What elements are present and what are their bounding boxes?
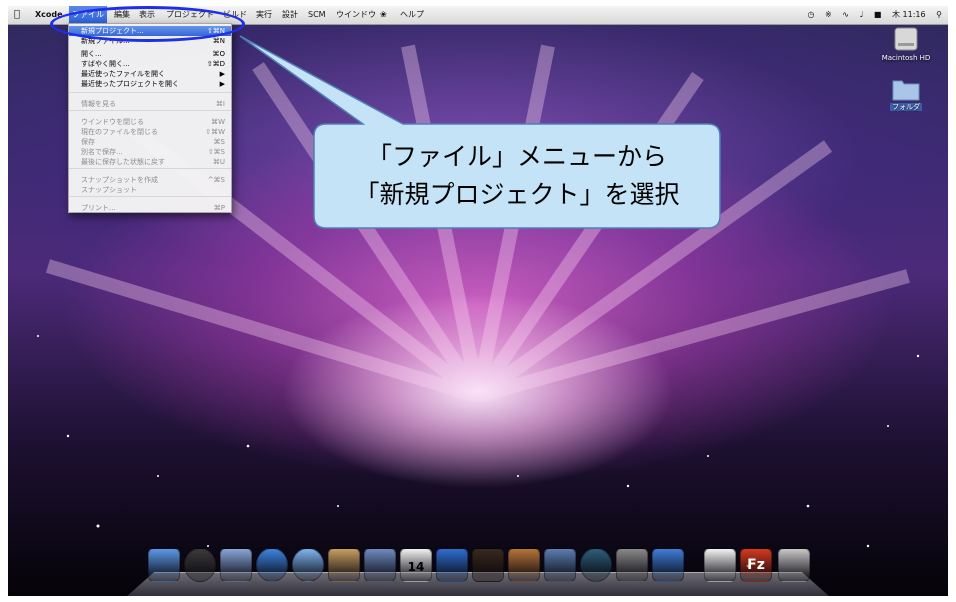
folder-label: フォルダ [890, 103, 922, 111]
desktop:  Xcode ファイル 編集 表示 プロジェクト ビルド 実行 設計 SCM … [8, 6, 948, 596]
ical-icon[interactable]: 14 [400, 548, 432, 582]
mail-icon[interactable] [220, 548, 252, 582]
callout-line-2: 「新規プロジェクト」を選択 [354, 180, 680, 209]
itunes-icon[interactable] [436, 548, 468, 582]
garageband-icon[interactable] [508, 548, 540, 582]
iphoto-icon[interactable] [364, 548, 396, 582]
time-machine-icon[interactable] [580, 548, 612, 582]
macintosh-hd-label: Macintosh HD [881, 54, 931, 62]
macintosh-hd[interactable]: Macintosh HD [871, 24, 941, 62]
hard-drive-icon [894, 27, 918, 51]
document-icon[interactable] [704, 548, 736, 582]
ichat-icon[interactable] [292, 548, 324, 582]
system-preferences-icon[interactable] [616, 548, 648, 582]
address-book-icon[interactable] [328, 548, 360, 582]
trash-icon[interactable] [778, 548, 810, 582]
callout-balloon [239, 35, 721, 229]
imovie-icon[interactable] [472, 548, 504, 582]
callout-line-1: 「ファイル」メニューから [366, 142, 667, 171]
folder-icon [892, 80, 920, 101]
dashboard-icon[interactable] [184, 548, 216, 582]
finder-icon[interactable] [148, 548, 180, 582]
desktop-folder[interactable]: フォルダ [871, 76, 941, 112]
safari-icon[interactable] [256, 548, 288, 582]
xcode-icon[interactable] [652, 548, 684, 582]
callout-text: 「ファイル」メニューから 「新規プロジェクト」を選択 [314, 128, 720, 224]
dock: 14 Fz [138, 548, 824, 596]
spaces-icon[interactable] [544, 548, 576, 582]
filezilla-icon[interactable]: Fz [740, 548, 772, 582]
